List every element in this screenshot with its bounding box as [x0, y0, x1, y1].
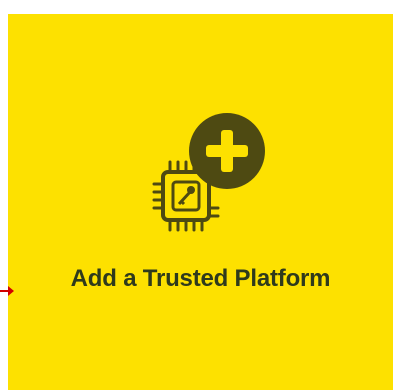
arrow-pointer-icon: [0, 286, 14, 296]
add-trusted-platform-tile[interactable]: Add a Trusted Platform: [8, 14, 393, 390]
plus-circle-icon: [189, 113, 265, 189]
tile-label: Add a Trusted Platform: [70, 265, 331, 292]
add-platform-icon-group: [148, 112, 278, 257]
